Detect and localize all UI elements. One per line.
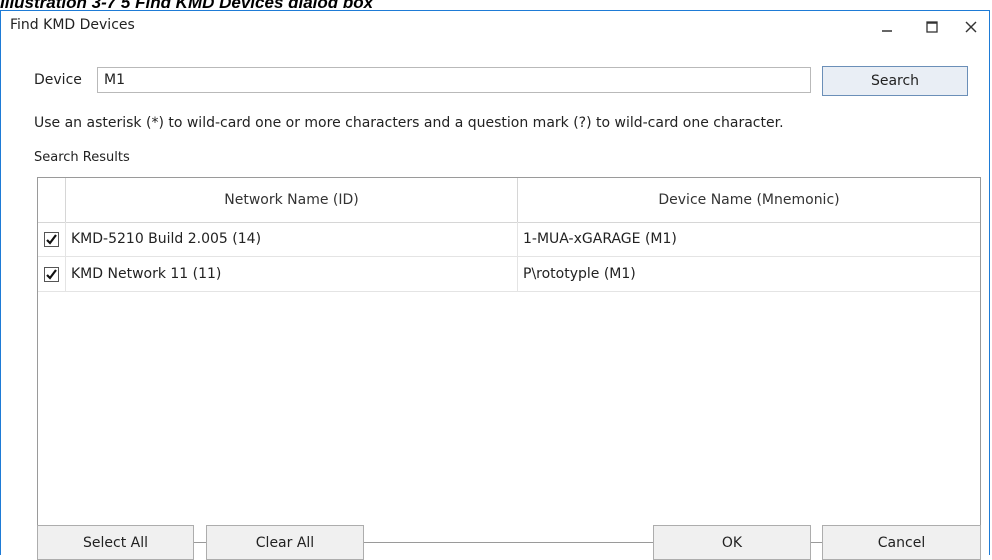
column-header-device[interactable]: Device Name (Mnemonic)	[518, 178, 980, 222]
search-results-label: Search Results	[34, 150, 130, 165]
device-name-cell: 1-MUA-xGARAGE (M1)	[523, 231, 677, 247]
device-input[interactable]	[97, 67, 811, 93]
table-row[interactable]: KMD Network 11 (11) P\rototyple (M1)	[38, 257, 980, 292]
checkmark-icon	[46, 268, 57, 280]
checkmark-icon	[46, 233, 57, 245]
row-checkbox[interactable]	[44, 266, 59, 282]
device-label: Device	[34, 72, 82, 88]
grid-header: Network Name (ID) Device Name (Mnemonic)	[38, 178, 980, 223]
close-icon	[965, 21, 977, 33]
minimize-icon	[882, 30, 892, 32]
close-button[interactable]	[951, 11, 991, 43]
row-checkbox-cell	[38, 257, 66, 291]
network-name-cell: KMD-5210 Build 2.005 (14)	[66, 222, 518, 256]
row-checkbox-cell	[38, 222, 66, 256]
table-row[interactable]: KMD-5210 Build 2.005 (14) 1-MUA-xGARAGE …	[38, 222, 980, 257]
maximize-icon	[926, 21, 938, 33]
minimize-button[interactable]	[867, 11, 907, 43]
title-bar: Find KMD Devices	[1, 11, 989, 43]
row-checkbox[interactable]	[44, 231, 59, 247]
maximize-button[interactable]	[912, 11, 952, 43]
search-button[interactable]: Search	[822, 66, 968, 96]
window-title: Find KMD Devices	[10, 17, 135, 33]
column-header-network[interactable]: Network Name (ID)	[66, 178, 518, 222]
figure-caption: Illustration 3-7 5 Find KMD Devices dial…	[0, 0, 992, 8]
checkbox-column-header	[38, 178, 66, 222]
network-name-cell: KMD Network 11 (11)	[66, 257, 518, 291]
wildcard-hint: Use an asterisk (*) to wild-card one or …	[34, 115, 784, 131]
find-kmd-devices-dialog: Find KMD Devices Device Search Use an as…	[0, 10, 990, 560]
search-results-grid[interactable]: Network Name (ID) Device Name (Mnemonic)…	[37, 177, 981, 543]
device-name-cell: P\rototyple (M1)	[523, 266, 636, 282]
